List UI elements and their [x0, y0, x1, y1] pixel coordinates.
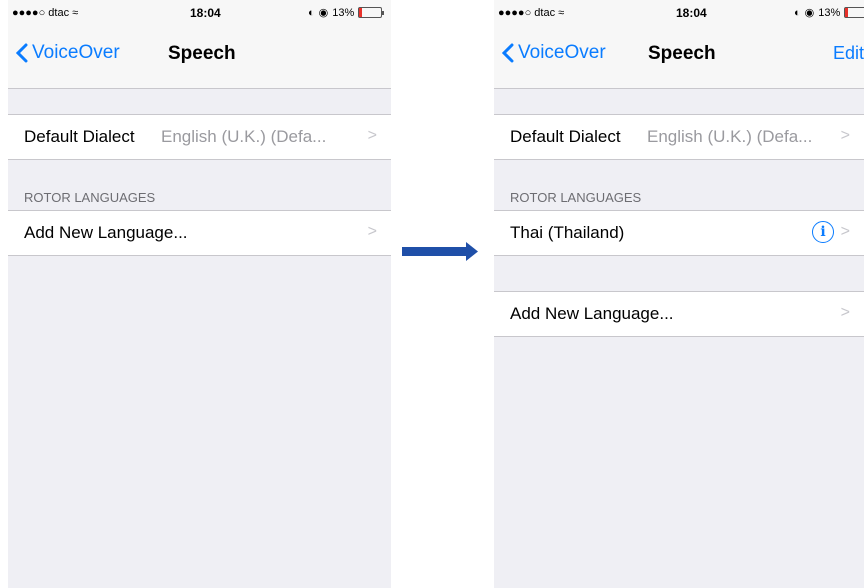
page-title: Speech — [168, 43, 236, 64]
chevron-right-icon: > — [840, 223, 850, 240]
chevron-right-icon: > — [367, 127, 377, 144]
edit-button[interactable]: Edit — [833, 43, 864, 64]
rotation-lock-icon: ◐ — [794, 6, 801, 19]
back-button[interactable]: VoiceOver — [502, 42, 606, 64]
arrow-right-icon — [402, 242, 478, 261]
battery-percent: 13% — [818, 6, 841, 19]
back-chevron-icon — [502, 43, 514, 63]
default-dialect-row[interactable]: Default Dialect English (U.K.) (Defa... … — [494, 114, 864, 160]
default-dialect-label: Default Dialect — [510, 127, 621, 146]
default-dialect-label: Default Dialect — [24, 127, 135, 146]
add-new-language-label: Add New Language... — [510, 304, 674, 323]
rotor-languages-header: ROTOR LANGUAGES — [510, 190, 642, 205]
default-dialect-value: English (U.K.) (Defa... — [647, 127, 813, 146]
screen-after: ●●●●○ dtac ≈ 18:04 ◐ ◉ 13% VoiceOver Spe… — [494, 0, 864, 588]
default-dialect-row[interactable]: Default Dialect English (U.K.) (Defa... … — [8, 114, 391, 160]
add-new-language-label: Add New Language... — [24, 223, 188, 242]
screen-before: ●●●●○ dtac ≈ 18:04 ◐ ◉ 13% VoiceOver Spe… — [8, 0, 391, 588]
add-new-language-row[interactable]: Add New Language... > — [8, 210, 391, 256]
language-row-thai[interactable]: Thai (Thailand) i > — [494, 210, 864, 256]
battery-icon — [358, 7, 385, 18]
wifi-icon: ≈ — [72, 7, 79, 19]
carrier-label: ●●●●○ dtac — [498, 7, 556, 19]
back-label: VoiceOver — [32, 42, 120, 63]
status-time: 18:04 — [190, 6, 221, 20]
status-bar: ●●●●○ dtac ≈ 18:04 ◐ ◉ 13% — [8, 0, 391, 26]
default-dialect-value: English (U.K.) (Defa... — [161, 127, 327, 146]
back-label: VoiceOver — [518, 42, 606, 63]
language-label: Thai (Thailand) — [510, 223, 625, 242]
back-button[interactable]: VoiceOver — [16, 42, 120, 64]
page-title: Speech — [648, 43, 716, 64]
add-new-language-row[interactable]: Add New Language... > — [494, 291, 864, 337]
nav-bar: VoiceOver Speech — [8, 26, 391, 89]
rotor-languages-header: ROTOR LANGUAGES — [24, 190, 156, 205]
transition-arrow — [400, 240, 480, 269]
battery-percent: 13% — [332, 6, 355, 19]
status-time: 18:04 — [676, 6, 707, 20]
battery-icon — [844, 7, 864, 18]
wifi-icon: ≈ — [558, 7, 565, 19]
nav-bar: VoiceOver Speech Edit — [494, 26, 864, 89]
alarm-icon: ◉ — [804, 7, 815, 19]
alarm-icon: ◉ — [318, 7, 329, 19]
carrier-label: ●●●●○ dtac — [12, 7, 70, 19]
rotation-lock-icon: ◐ — [308, 6, 315, 19]
status-bar: ●●●●○ dtac ≈ 18:04 ◐ ◉ 13% — [494, 0, 864, 26]
back-chevron-icon — [16, 43, 28, 63]
chevron-right-icon: > — [367, 223, 377, 240]
chevron-right-icon: > — [840, 304, 850, 321]
chevron-right-icon: > — [840, 127, 850, 144]
info-icon[interactable]: i — [812, 221, 834, 243]
